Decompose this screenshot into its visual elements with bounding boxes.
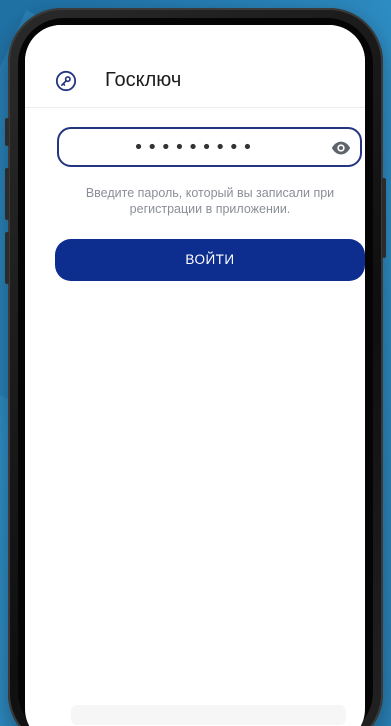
phone-frame: Госключ ••••••••• Введите пароль, которы… xyxy=(5,8,386,726)
app-header: Госключ xyxy=(25,25,365,108)
password-value: ••••••••• xyxy=(133,137,256,158)
login-button[interactable]: ВОЙТИ xyxy=(55,239,365,281)
home-indicator-area xyxy=(71,705,346,725)
eye-icon[interactable] xyxy=(330,137,352,159)
side-button xyxy=(5,118,9,146)
side-button xyxy=(382,178,386,258)
side-button xyxy=(5,168,9,220)
app-logo-icon xyxy=(55,70,77,92)
page-title: Госключ xyxy=(105,69,182,91)
password-input[interactable]: ••••••••• xyxy=(57,127,362,167)
password-hint: Введите пароль, который вы записали при … xyxy=(85,186,335,216)
side-button xyxy=(5,232,9,284)
app-screen: Госключ ••••••••• Введите пароль, которы… xyxy=(25,25,365,726)
